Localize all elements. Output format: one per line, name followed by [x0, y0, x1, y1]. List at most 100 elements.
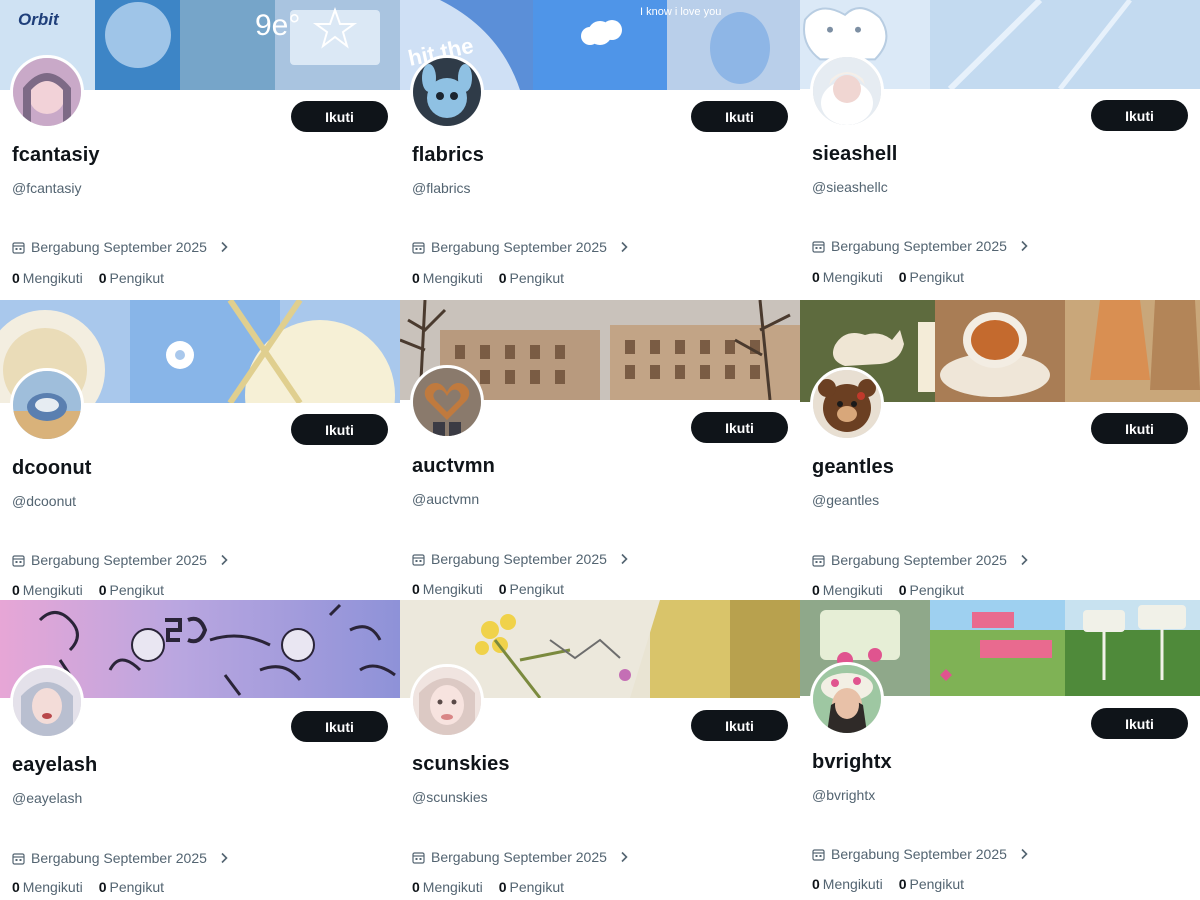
followers-count[interactable]: 0 Pengikut	[499, 879, 564, 895]
joined-date[interactable]: Bergabung September 2025	[412, 239, 629, 255]
follow-stats: 0 Mengikuti 0 Pengikut	[12, 879, 164, 895]
joined-date[interactable]: Bergabung September 2025	[812, 552, 1029, 568]
display-name: eayelash	[12, 754, 98, 776]
avatar[interactable]	[10, 665, 84, 739]
calendar-icon	[812, 554, 825, 567]
calendar-icon	[12, 852, 25, 865]
chevron-right-icon[interactable]	[619, 851, 629, 863]
following-count[interactable]: 0 Mengikuti	[812, 582, 883, 598]
follow-button[interactable]: Ikuti	[291, 414, 388, 445]
chevron-right-icon[interactable]	[1019, 554, 1029, 566]
chevron-right-icon[interactable]	[219, 852, 229, 864]
avatar[interactable]	[10, 55, 84, 129]
followers-count[interactable]: 0 Pengikut	[899, 269, 964, 285]
display-name: dcoonut	[12, 457, 92, 479]
joined-label: Bergabung September 2025	[831, 238, 1007, 254]
avatar[interactable]	[410, 365, 484, 439]
calendar-icon	[812, 240, 825, 253]
follow-stats: 0 Mengikuti 0 Pengikut	[412, 879, 564, 895]
follow-stats: 0 Mengikuti 0 Pengikut	[812, 269, 964, 285]
display-name: fcantasiy	[12, 144, 100, 166]
follow-button[interactable]: Ikuti	[1091, 100, 1188, 131]
profile-card-bvrightx[interactable]: Ikuti bvrightx @bvrightx Bergabung Septe…	[800, 600, 1200, 900]
calendar-icon	[12, 554, 25, 567]
follow-button[interactable]: Ikuti	[691, 412, 788, 443]
profile-card-flabrics[interactable]: hit the I know i love you Ikuti flabrics…	[400, 0, 800, 300]
profile-card-auctvmn[interactable]: Ikuti auctvmn @auctvmn Bergabung Septemb…	[400, 300, 800, 600]
followers-count[interactable]: 0 Pengikut	[499, 581, 564, 597]
followers-count[interactable]: 0 Pengikut	[899, 876, 964, 892]
chevron-right-icon[interactable]	[1019, 240, 1029, 252]
following-count[interactable]: 0 Mengikuti	[12, 582, 83, 598]
banner-text: I know i love you	[640, 6, 721, 18]
username-handle: @fcantasiy	[12, 180, 82, 196]
follow-button[interactable]: Ikuti	[291, 101, 388, 132]
joined-date[interactable]: Bergabung September 2025	[412, 551, 629, 567]
profile-card-eayelash[interactable]: Ikuti eayelash @eayelash Bergabung Septe…	[0, 600, 400, 900]
following-count[interactable]: 0 Mengikuti	[412, 270, 483, 286]
chevron-right-icon[interactable]	[219, 241, 229, 253]
following-count[interactable]: 0 Mengikuti	[812, 269, 883, 285]
username-handle: @scunskies	[412, 789, 488, 805]
follow-button[interactable]: Ikuti	[1091, 413, 1188, 444]
avatar[interactable]	[410, 664, 484, 738]
calendar-icon	[812, 848, 825, 861]
follow-stats: 0 Mengikuti 0 Pengikut	[412, 581, 564, 597]
joined-date[interactable]: Bergabung September 2025	[812, 238, 1029, 254]
profile-card-dcoonut[interactable]: Ikuti dcoonut @dcoonut Bergabung Septemb…	[0, 300, 400, 600]
avatar[interactable]	[410, 55, 484, 129]
username-handle: @bvrightx	[812, 787, 876, 803]
profile-card-sieashell[interactable]: Ikuti sieashell @sieashellc Bergabung Se…	[800, 0, 1200, 300]
follow-button[interactable]: Ikuti	[291, 711, 388, 742]
joined-date[interactable]: Bergabung September 2025	[12, 239, 229, 255]
username-handle: @eayelash	[12, 790, 83, 806]
following-count[interactable]: 0 Mengikuti	[412, 879, 483, 895]
banner-text: Orbit	[18, 10, 60, 29]
profile-grid: Orbit 9e° Ikuti fcantasiy @fcantasiy Ber…	[0, 0, 1200, 900]
avatar[interactable]	[810, 54, 884, 128]
following-count[interactable]: 0 Mengikuti	[12, 879, 83, 895]
joined-label: Bergabung September 2025	[431, 551, 607, 567]
display-name: geantles	[812, 456, 894, 478]
display-name: auctvmn	[412, 455, 495, 477]
follow-stats: 0 Mengikuti 0 Pengikut	[12, 270, 164, 286]
chevron-right-icon[interactable]	[219, 554, 229, 566]
joined-date[interactable]: Bergabung September 2025	[812, 846, 1029, 862]
username-handle: @dcoonut	[12, 493, 77, 509]
follow-stats: 0 Mengikuti 0 Pengikut	[812, 876, 964, 892]
calendar-icon	[412, 851, 425, 864]
followers-count[interactable]: 0 Pengikut	[99, 582, 164, 598]
followers-count[interactable]: 0 Pengikut	[99, 879, 164, 895]
joined-date[interactable]: Bergabung September 2025	[12, 552, 229, 568]
avatar[interactable]	[810, 662, 884, 736]
joined-label: Bergabung September 2025	[31, 239, 207, 255]
following-count[interactable]: 0 Mengikuti	[12, 270, 83, 286]
follow-button[interactable]: Ikuti	[691, 710, 788, 741]
joined-date[interactable]: Bergabung September 2025	[12, 850, 229, 866]
banner-text: 9e°	[255, 9, 300, 42]
profile-card-fcantasiy[interactable]: Orbit 9e° Ikuti fcantasiy @fcantasiy Ber…	[0, 0, 400, 300]
chevron-right-icon[interactable]	[619, 553, 629, 565]
followers-count[interactable]: 0 Pengikut	[899, 582, 964, 598]
calendar-icon	[12, 241, 25, 254]
username-handle: @geantles	[812, 492, 880, 508]
follow-button[interactable]: Ikuti	[691, 101, 788, 132]
followers-count[interactable]: 0 Pengikut	[499, 270, 564, 286]
chevron-right-icon[interactable]	[619, 241, 629, 253]
following-count[interactable]: 0 Mengikuti	[412, 581, 483, 597]
chevron-right-icon[interactable]	[1019, 848, 1029, 860]
avatar[interactable]	[10, 368, 84, 442]
username-handle: @auctvmn	[412, 491, 480, 507]
username-handle: @flabrics	[412, 180, 471, 196]
username-handle: @sieashellc	[812, 179, 888, 195]
joined-date[interactable]: Bergabung September 2025	[412, 849, 629, 865]
joined-label: Bergabung September 2025	[831, 552, 1007, 568]
followers-count[interactable]: 0 Pengikut	[99, 270, 164, 286]
follow-button[interactable]: Ikuti	[1091, 708, 1188, 739]
display-name: scunskies	[412, 753, 510, 775]
profile-card-scunskies[interactable]: Ikuti scunskies @scunskies Bergabung Sep…	[400, 600, 800, 900]
profile-card-geantles[interactable]: Ikuti geantles @geantles Bergabung Septe…	[800, 300, 1200, 600]
avatar[interactable]	[810, 367, 884, 441]
joined-label: Bergabung September 2025	[31, 552, 207, 568]
following-count[interactable]: 0 Mengikuti	[812, 876, 883, 892]
